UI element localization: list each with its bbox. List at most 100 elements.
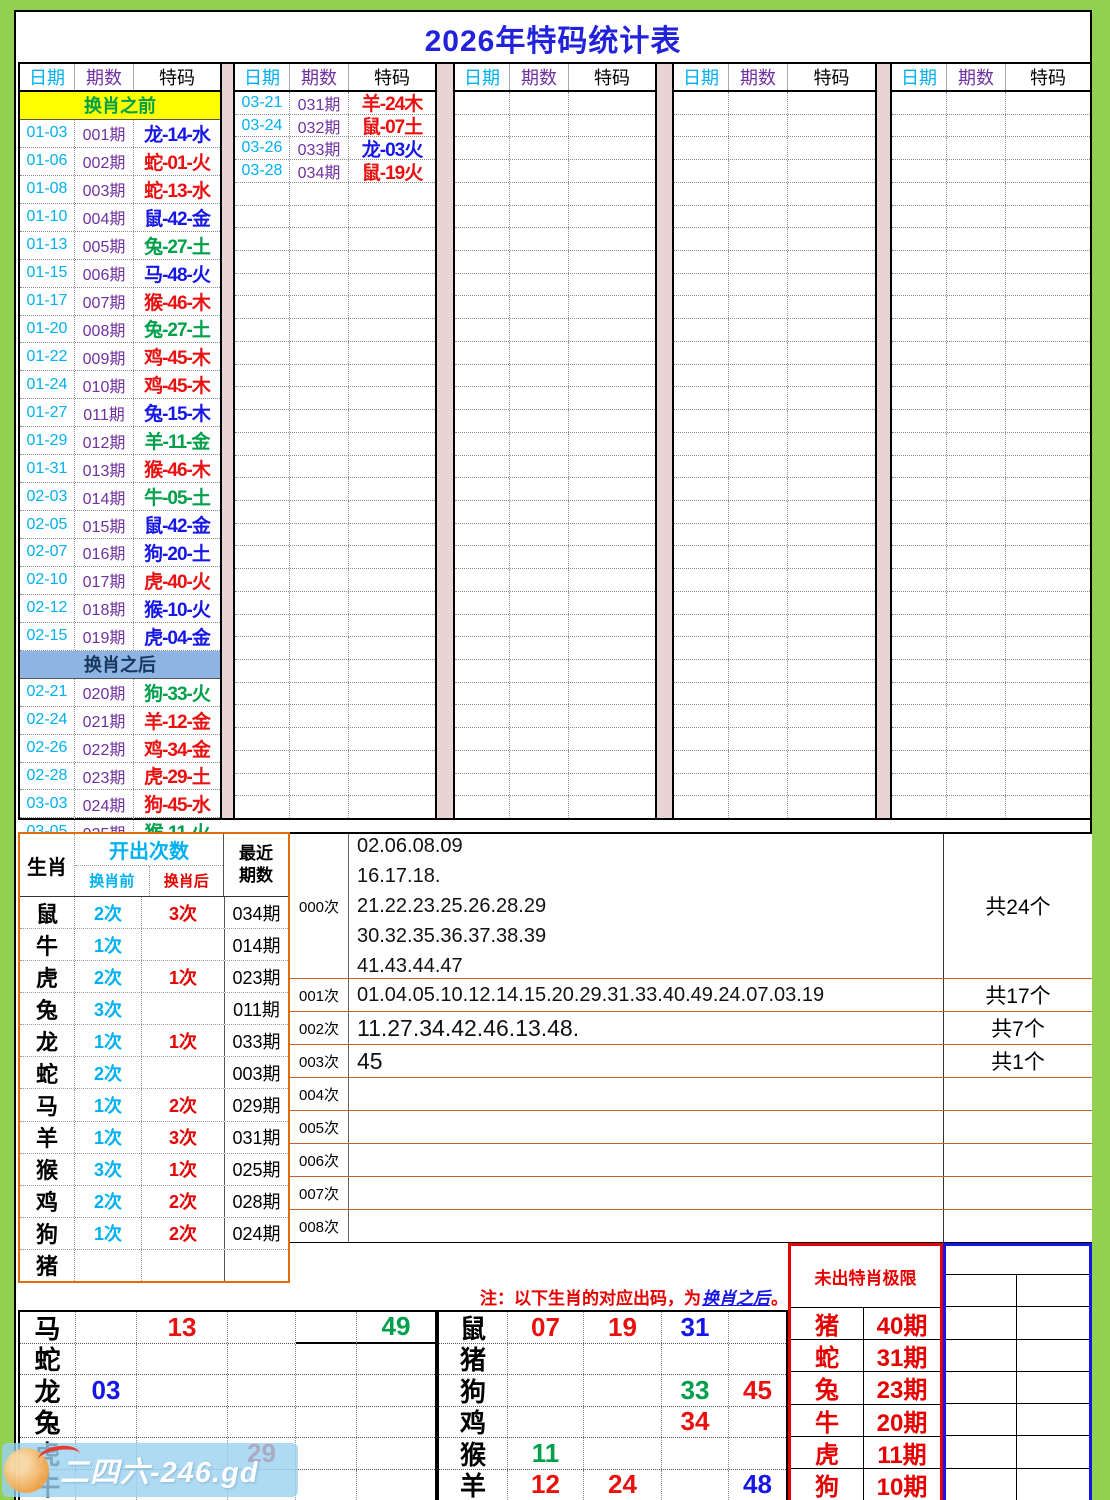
draw-row [674,796,875,818]
period-cell [510,524,569,546]
code-cell: 兔-15-木 [134,399,220,426]
date-cell: 02-24 [20,707,75,734]
draw-row [674,296,875,319]
stats-header-before: 换肖前 [75,866,150,897]
code-cell [569,206,655,228]
code-cell [788,160,875,182]
draw-row [235,683,435,706]
period-cell [947,296,1006,318]
draw-row: 03-26033期龙-03火 [235,137,435,160]
period-cell: 034期 [290,160,349,182]
draw-row [892,705,1090,728]
page: 2026年特码统计表 日期期数特码换肖之前01-03001期龙-14-水01-0… [0,0,1110,1500]
date-cell [892,206,947,228]
period-cell [729,206,788,228]
draw-group: 日期期数特码03-21031期羊-24木03-24032期鼠-07土03-260… [233,62,437,820]
code-cell [569,456,655,478]
period-cell [510,501,569,523]
period-cell [729,342,788,364]
group-separator [437,62,453,820]
limit-periods-cell: 20期 [864,1405,940,1436]
draw-row [235,296,435,319]
date-cell [235,342,290,364]
draw-row: 01-06002期蛇-01-火 [20,148,220,176]
period-cell [510,274,569,296]
period-cell [729,683,788,705]
code-cell [1006,728,1090,750]
date-cell [674,705,729,727]
period-cell [947,115,1006,137]
code-cell [349,183,435,205]
code-cell [349,728,435,750]
stats-before-cell: 1次 [75,1218,142,1249]
stats-before-cell [75,1250,142,1281]
frequency-numbers-cell: 01.04.05.10.12.14.15.20.29.31.33.40.49.2… [349,979,943,1011]
draw-row: 01-10004期鼠-42-金 [20,204,220,232]
date-cell [892,387,947,409]
draw-row: 01-13005期兔-27-土 [20,232,220,260]
code-cell [1006,433,1090,455]
period-cell [290,319,349,341]
draw-row [455,524,655,547]
stats-header-sub: 换肖前换肖后 [75,866,223,897]
stats-after-cell: 1次 [142,1025,225,1056]
date-cell [455,183,510,205]
date-cell [455,365,510,387]
period-cell [729,387,788,409]
date-cell [674,615,729,637]
code-cell [349,615,435,637]
period-cell [947,456,1006,478]
stats-zodiac-cell: 龙 [20,1025,75,1056]
date-cell [455,524,510,546]
date-cell [892,751,947,773]
frequency-total-cell [943,1111,1092,1143]
draw-row [674,569,875,592]
period-cell [510,592,569,614]
column-header-period: 期数 [510,64,569,90]
date-cell [235,501,290,523]
draw-row: 02-05015期鼠-42-金 [20,511,220,539]
code-cell [569,683,655,705]
period-cell [290,615,349,637]
code-cell [788,637,875,659]
stats-zodiac-cell: 兔 [20,993,75,1024]
draw-row [892,319,1090,342]
draw-row [455,274,655,297]
date-cell [892,183,947,205]
date-cell [455,319,510,341]
date-cell [674,137,729,159]
bottom-number-cell: 19 [584,1312,662,1343]
draw-row: 01-17007期猴-46-木 [20,288,220,316]
date-cell [455,637,510,659]
date-cell: 02-21 [20,679,75,706]
period-cell [290,228,349,250]
draw-row [892,478,1090,501]
code-cell [1006,751,1090,773]
frequency-row: 008次 [290,1210,1092,1242]
blue-box-cell [946,1340,1017,1371]
date-cell [235,751,290,773]
stats-zodiac-cell: 鸡 [20,1186,75,1217]
draw-row [892,206,1090,229]
period-cell [729,456,788,478]
period-cell [947,319,1006,341]
date-cell [235,637,290,659]
banner-after: 换肖之后 [20,651,220,679]
frequency-row: 006次 [290,1144,1092,1177]
stats-before-cell: 3次 [75,1154,142,1185]
code-cell [788,501,875,523]
code-cell [569,637,655,659]
stats-recent-cell: 003期 [225,1057,288,1088]
date-cell [455,433,510,455]
period-cell [729,137,788,159]
blue-box-cell [1017,1372,1089,1403]
draw-row: 01-31013期猴-46-木 [20,455,220,483]
group-header-row: 日期期数特码 [892,64,1090,92]
date-cell: 03-03 [20,790,75,817]
bottom-number-cell [76,1312,137,1343]
draw-row [455,796,655,818]
stats-row: 兔3次011期 [20,993,288,1025]
stats-row: 虎2次1次023期 [20,961,288,993]
page-title: 2026年特码统计表 [14,16,1092,60]
code-cell [1006,524,1090,546]
